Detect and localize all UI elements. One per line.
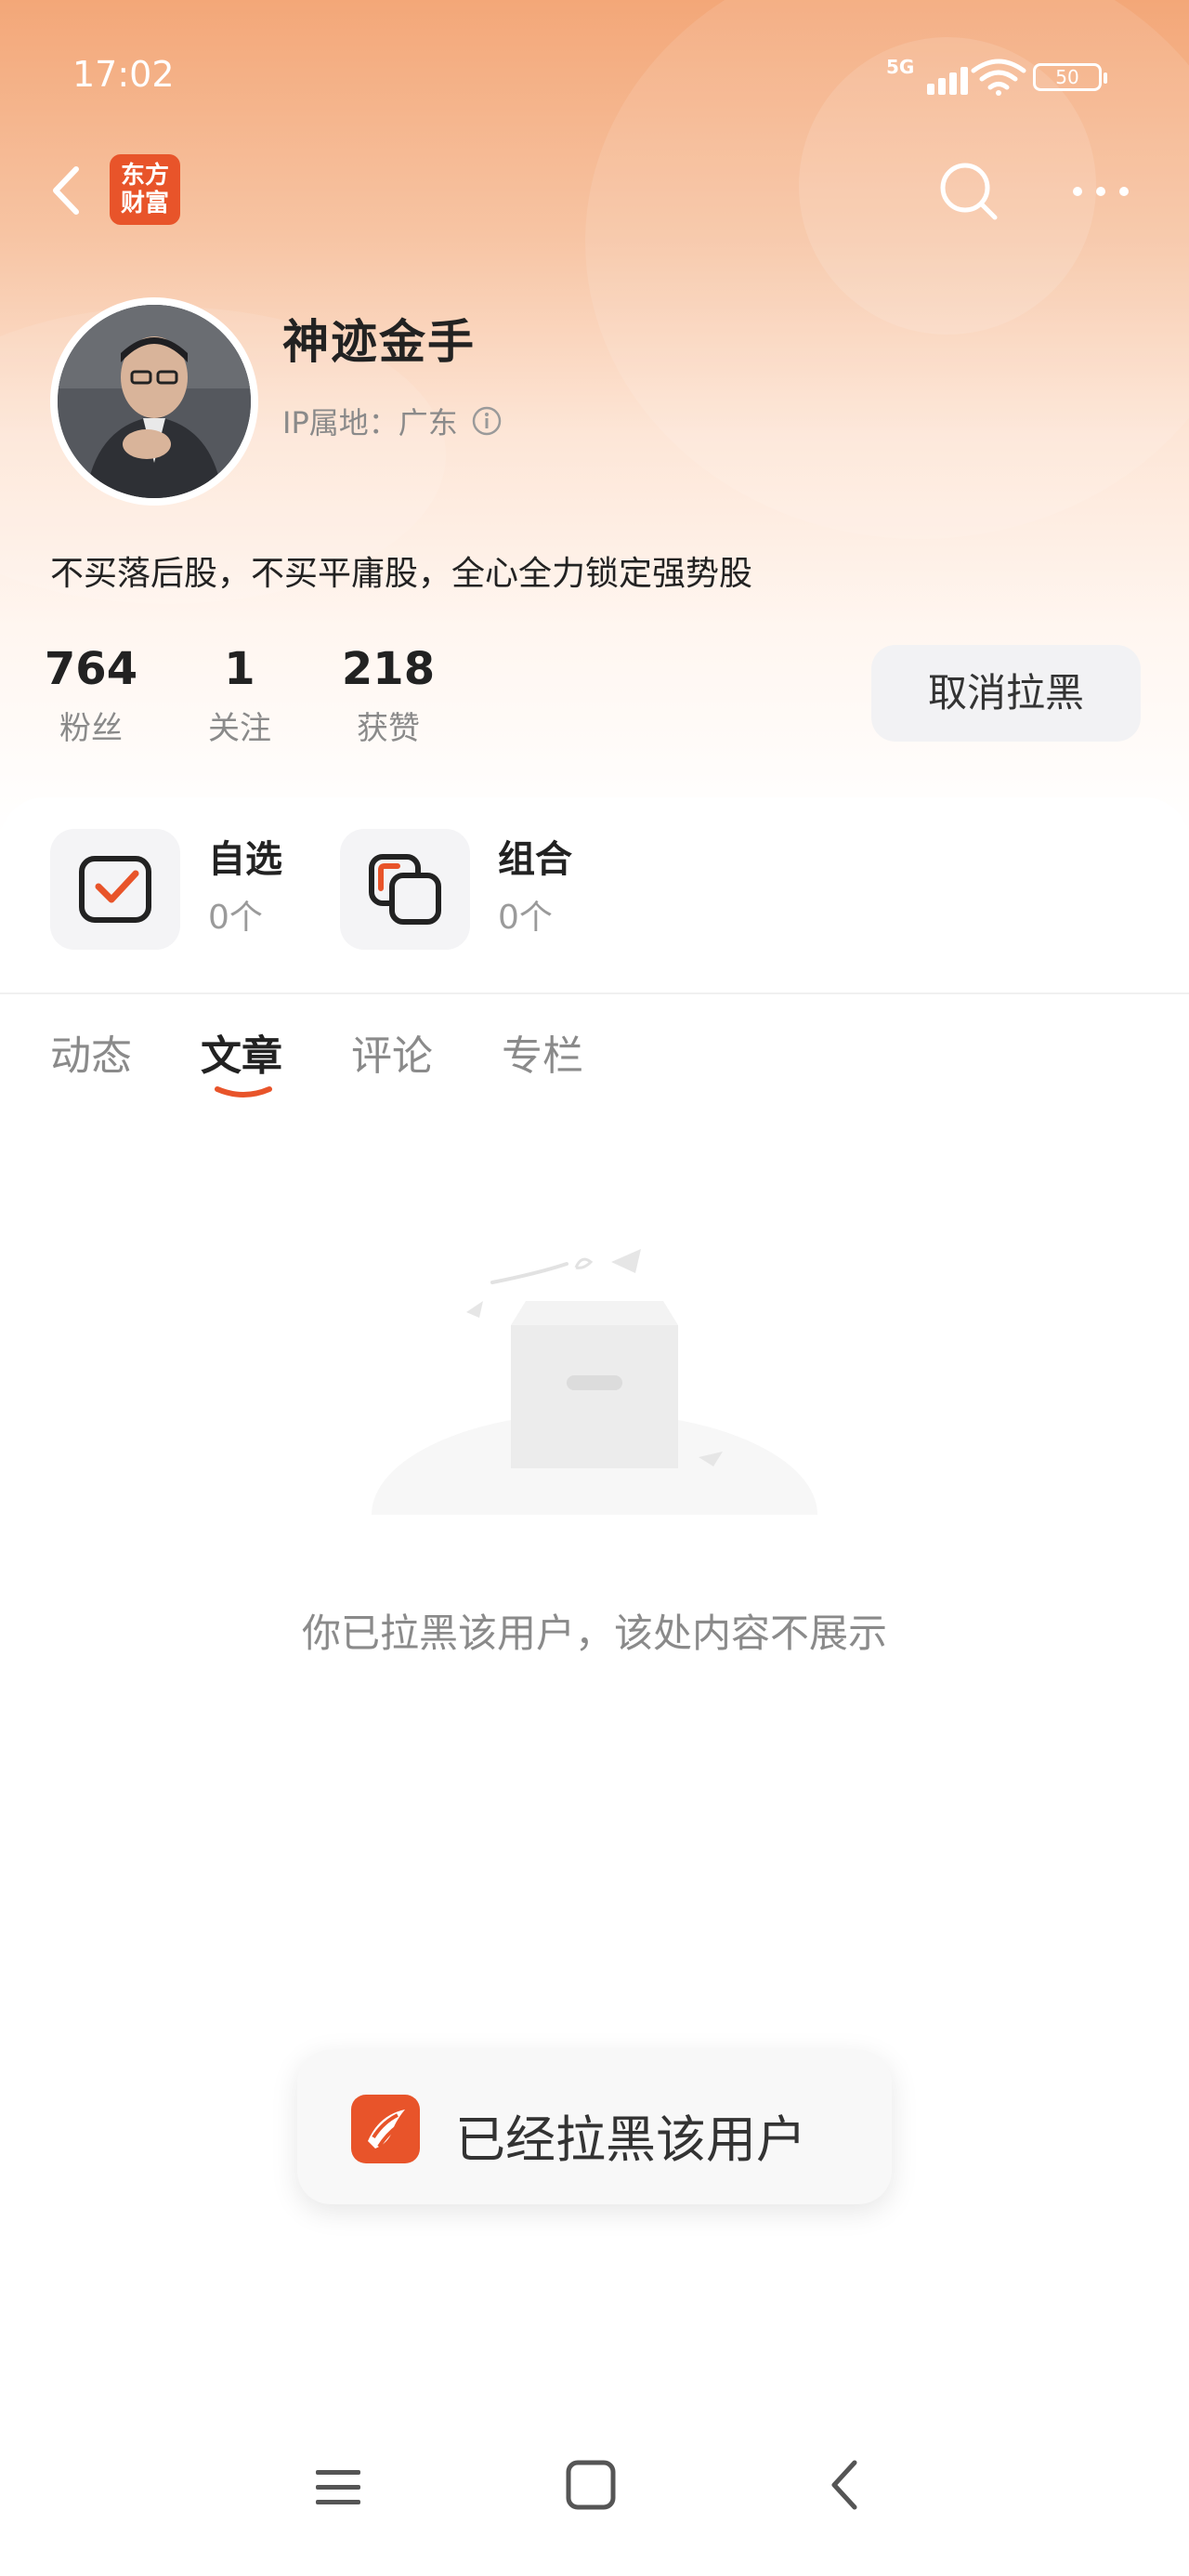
back-icon[interactable] [817,2457,873,2513]
status-indicators: 5G 50 [882,54,1115,100]
stat-label: 获赞 [357,710,420,747]
watchlist-count: 0个 [208,899,263,937]
tab-articles[interactable]: 文章 [201,1022,282,1082]
portfolio-title: 组合 [498,838,572,881]
system-navigation-bar [0,2435,1189,2546]
logo-text: 东方 [120,162,169,190]
home-icon[interactable] [563,2457,619,2513]
stat-label: 粉丝 [59,710,123,747]
battery-level: 50 [1055,66,1079,88]
stat-fans[interactable]: 764 粉丝 [26,641,156,748]
empty-state-message: 你已拉黑该用户，该处内容不展示 [301,1610,887,1656]
active-tab-indicator [215,1086,272,1097]
app-logo[interactable]: 东方 财富 [110,154,180,225]
empty-box-illustration [372,1249,817,1524]
stat-value: 218 [341,643,436,695]
stat-value: 764 [44,643,138,695]
profile-page: 17:02 5G 50 东方 财富 神迹金手 IP属地：广东 不买落后股，不买平… [0,0,1189,2576]
unblock-button[interactable]: 取消拉黑 [871,645,1141,742]
back-button[interactable] [41,158,97,223]
logo-text: 财富 [120,190,169,217]
stat-label: 关注 [208,710,271,747]
status-time: 17:02 [72,54,175,95]
tab-comments[interactable]: 评论 [351,1022,433,1082]
overlap-squares-icon [340,829,470,950]
content-card [0,797,1189,2576]
avatar-image [58,305,251,498]
menu-icon[interactable] [312,2463,364,2511]
info-icon[interactable] [471,405,503,437]
tab-columns[interactable]: 专栏 [502,1022,583,1082]
username: 神迹金手 [282,315,476,369]
search-icon[interactable] [934,156,1004,227]
app-icon [351,2095,420,2163]
checkbox-icon [50,829,180,950]
battery-tip [1104,72,1107,84]
wifi-icon [971,59,1026,96]
divider [0,992,1189,994]
watchlist-title: 自选 [208,838,282,881]
tab-posts[interactable]: 动态 [50,1022,132,1082]
stat-following[interactable]: 1 关注 [175,641,305,748]
ip-location: IP属地：广东 [282,405,458,440]
avatar[interactable] [50,297,258,506]
portfolio-count: 0个 [498,899,553,937]
ip-location-row: IP属地：广东 [282,400,503,442]
stat-value: 1 [224,643,255,695]
network-type: 5G [886,56,915,78]
toast-message: 已经拉黑该用户 [455,2110,806,2169]
more-icon[interactable] [1068,175,1133,208]
battery-icon: 50 [1033,63,1102,91]
toast-notification: 已经拉黑该用户 [297,2050,892,2204]
user-bio: 不买落后股，不买平庸股，全心全力锁定强势股 [50,555,753,593]
stat-likes[interactable]: 218 获赞 [323,641,453,748]
